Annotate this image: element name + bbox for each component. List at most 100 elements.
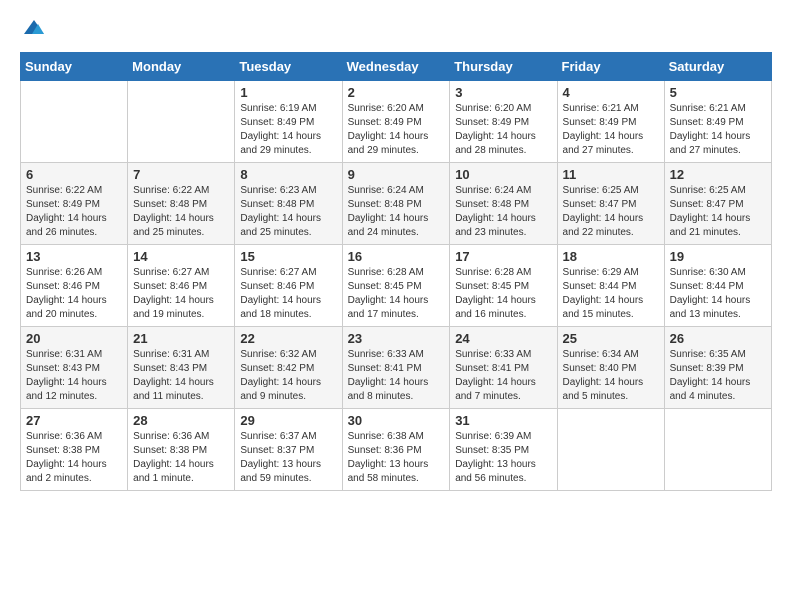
day-number: 2 (348, 85, 445, 100)
day-number: 18 (563, 249, 659, 264)
day-number: 25 (563, 331, 659, 346)
day-info: Sunrise: 6:30 AM Sunset: 8:44 PM Dayligh… (670, 266, 766, 322)
day-info: Sunrise: 6:36 AM Sunset: 8:38 PM Dayligh… (26, 430, 122, 486)
day-number: 20 (26, 331, 122, 346)
day-info: Sunrise: 6:38 AM Sunset: 8:36 PM Dayligh… (348, 430, 445, 486)
day-info: Sunrise: 6:27 AM Sunset: 8:46 PM Dayligh… (133, 266, 229, 322)
day-info: Sunrise: 6:28 AM Sunset: 8:45 PM Dayligh… (348, 266, 445, 322)
calendar-cell: 3 Sunrise: 6:20 AM Sunset: 8:49 PM Daylig… (450, 81, 557, 163)
day-number: 13 (26, 249, 122, 264)
day-info: Sunrise: 6:21 AM Sunset: 8:49 PM Dayligh… (563, 102, 659, 158)
week-row-3: 13 Sunrise: 6:26 AM Sunset: 8:46 PM Dayli… (21, 245, 772, 327)
calendar-cell: 9 Sunrise: 6:24 AM Sunset: 8:48 PM Daylig… (342, 163, 450, 245)
calendar-cell: 20Sunrise: 6:31 AM Sunset: 8:43 PM Dayli… (21, 327, 128, 409)
day-info: Sunrise: 6:20 AM Sunset: 8:49 PM Dayligh… (455, 102, 551, 158)
calendar-cell: 12 Sunrise: 6:25 AM Sunset: 8:47 PM Dayli… (664, 163, 771, 245)
calendar-cell: 25 Sunrise: 6:34 AM Sunset: 8:40 PM Dayli… (557, 327, 664, 409)
day-number: 7 (133, 167, 229, 182)
day-number: 27 (26, 413, 122, 428)
weekday-header-monday: Monday (128, 53, 235, 81)
calendar-cell: 16Sunrise: 6:28 AM Sunset: 8:45 PM Dayli… (342, 245, 450, 327)
page: SundayMondayTuesdayWednesdayThursdayFrid… (0, 0, 792, 501)
calendar-cell: 15 Sunrise: 6:27 AM Sunset: 8:46 PM Dayli… (235, 245, 342, 327)
day-info: Sunrise: 6:29 AM Sunset: 8:44 PM Dayligh… (563, 266, 659, 322)
day-number: 12 (670, 167, 766, 182)
weekday-header-row: SundayMondayTuesdayWednesdayThursdayFrid… (21, 53, 772, 81)
day-number: 17 (455, 249, 551, 264)
calendar-cell: 17 Sunrise: 6:28 AM Sunset: 8:45 PM Dayli… (450, 245, 557, 327)
week-row-1: 1 Sunrise: 6:19 AM Sunset: 8:49 PM Daylig… (21, 81, 772, 163)
day-info: Sunrise: 6:39 AM Sunset: 8:35 PM Dayligh… (455, 430, 551, 486)
calendar-cell: 27 Sunrise: 6:36 AM Sunset: 8:38 PM Dayli… (21, 409, 128, 491)
logo (20, 16, 46, 40)
day-info: Sunrise: 6:37 AM Sunset: 8:37 PM Dayligh… (240, 430, 336, 486)
weekday-header-thursday: Thursday (450, 53, 557, 81)
header (20, 16, 772, 40)
calendar-cell: 4Sunrise: 6:21 AM Sunset: 8:49 PM Daylig… (557, 81, 664, 163)
day-number: 10 (455, 167, 551, 182)
day-info: Sunrise: 6:20 AM Sunset: 8:49 PM Dayligh… (348, 102, 445, 158)
calendar-cell: 21Sunrise: 6:31 AM Sunset: 8:43 PM Dayli… (128, 327, 235, 409)
calendar-cell: 28 Sunrise: 6:36 AM Sunset: 8:38 PM Dayli… (128, 409, 235, 491)
calendar-cell: 18 Sunrise: 6:29 AM Sunset: 8:44 PM Dayli… (557, 245, 664, 327)
calendar-cell: 24 Sunrise: 6:33 AM Sunset: 8:41 PM Dayli… (450, 327, 557, 409)
day-info: Sunrise: 6:22 AM Sunset: 8:48 PM Dayligh… (133, 184, 229, 240)
day-number: 9 (348, 167, 445, 182)
day-info: Sunrise: 6:32 AM Sunset: 8:42 PM Dayligh… (240, 348, 336, 404)
calendar-cell: 31 Sunrise: 6:39 AM Sunset: 8:35 PM Dayli… (450, 409, 557, 491)
calendar-cell: 13 Sunrise: 6:26 AM Sunset: 8:46 PM Dayli… (21, 245, 128, 327)
weekday-header-sunday: Sunday (21, 53, 128, 81)
day-number: 15 (240, 249, 336, 264)
day-number: 14 (133, 249, 229, 264)
day-info: Sunrise: 6:23 AM Sunset: 8:48 PM Dayligh… (240, 184, 336, 240)
calendar-cell: 11Sunrise: 6:25 AM Sunset: 8:47 PM Dayli… (557, 163, 664, 245)
calendar: SundayMondayTuesdayWednesdayThursdayFrid… (20, 52, 772, 491)
calendar-cell: 22 Sunrise: 6:32 AM Sunset: 8:42 PM Dayli… (235, 327, 342, 409)
day-number: 3 (455, 85, 551, 100)
day-number: 6 (26, 167, 122, 182)
calendar-cell: 8Sunrise: 6:23 AM Sunset: 8:48 PM Daylig… (235, 163, 342, 245)
calendar-cell: 2 Sunrise: 6:20 AM Sunset: 8:49 PM Daylig… (342, 81, 450, 163)
day-info: Sunrise: 6:27 AM Sunset: 8:46 PM Dayligh… (240, 266, 336, 322)
day-info: Sunrise: 6:19 AM Sunset: 8:49 PM Dayligh… (240, 102, 336, 158)
day-number: 31 (455, 413, 551, 428)
calendar-cell (557, 409, 664, 491)
day-info: Sunrise: 6:34 AM Sunset: 8:40 PM Dayligh… (563, 348, 659, 404)
day-info: Sunrise: 6:22 AM Sunset: 8:49 PM Dayligh… (26, 184, 122, 240)
day-info: Sunrise: 6:31 AM Sunset: 8:43 PM Dayligh… (133, 348, 229, 404)
calendar-cell (21, 81, 128, 163)
day-number: 26 (670, 331, 766, 346)
calendar-cell (128, 81, 235, 163)
weekday-header-tuesday: Tuesday (235, 53, 342, 81)
calendar-cell: 1 Sunrise: 6:19 AM Sunset: 8:49 PM Daylig… (235, 81, 342, 163)
day-number: 23 (348, 331, 445, 346)
calendar-cell: 19 Sunrise: 6:30 AM Sunset: 8:44 PM Dayli… (664, 245, 771, 327)
week-row-5: 27 Sunrise: 6:36 AM Sunset: 8:38 PM Dayli… (21, 409, 772, 491)
day-number: 28 (133, 413, 229, 428)
day-number: 19 (670, 249, 766, 264)
day-number: 1 (240, 85, 336, 100)
day-number: 24 (455, 331, 551, 346)
calendar-cell: 5Sunrise: 6:21 AM Sunset: 8:49 PM Daylig… (664, 81, 771, 163)
day-info: Sunrise: 6:25 AM Sunset: 8:47 PM Dayligh… (563, 184, 659, 240)
calendar-cell: 6 Sunrise: 6:22 AM Sunset: 8:49 PM Daylig… (21, 163, 128, 245)
logo-icon (22, 16, 46, 40)
calendar-cell: 30Sunrise: 6:38 AM Sunset: 8:36 PM Dayli… (342, 409, 450, 491)
week-row-4: 20 Sunrise: 6:31 AM Sunset: 8:43 PM Dayli… (21, 327, 772, 409)
weekday-header-saturday: Saturday (664, 53, 771, 81)
day-number: 29 (240, 413, 336, 428)
week-row-2: 6 Sunrise: 6:22 AM Sunset: 8:49 PM Daylig… (21, 163, 772, 245)
day-info: Sunrise: 6:28 AM Sunset: 8:45 PM Dayligh… (455, 266, 551, 322)
day-info: Sunrise: 6:33 AM Sunset: 8:41 PM Dayligh… (455, 348, 551, 404)
calendar-cell: 23 Sunrise: 6:33 AM Sunset: 8:41 PM Dayli… (342, 327, 450, 409)
day-info: Sunrise: 6:24 AM Sunset: 8:48 PM Dayligh… (348, 184, 445, 240)
day-info: Sunrise: 6:25 AM Sunset: 8:47 PM Dayligh… (670, 184, 766, 240)
day-number: 22 (240, 331, 336, 346)
calendar-cell: 26Sunrise: 6:35 AM Sunset: 8:39 PM Dayli… (664, 327, 771, 409)
day-info: Sunrise: 6:26 AM Sunset: 8:46 PM Dayligh… (26, 266, 122, 322)
day-info: Sunrise: 6:33 AM Sunset: 8:41 PM Dayligh… (348, 348, 445, 404)
weekday-header-friday: Friday (557, 53, 664, 81)
day-info: Sunrise: 6:36 AM Sunset: 8:38 PM Dayligh… (133, 430, 229, 486)
day-number: 5 (670, 85, 766, 100)
calendar-cell: 14 Sunrise: 6:27 AM Sunset: 8:46 PM Dayli… (128, 245, 235, 327)
